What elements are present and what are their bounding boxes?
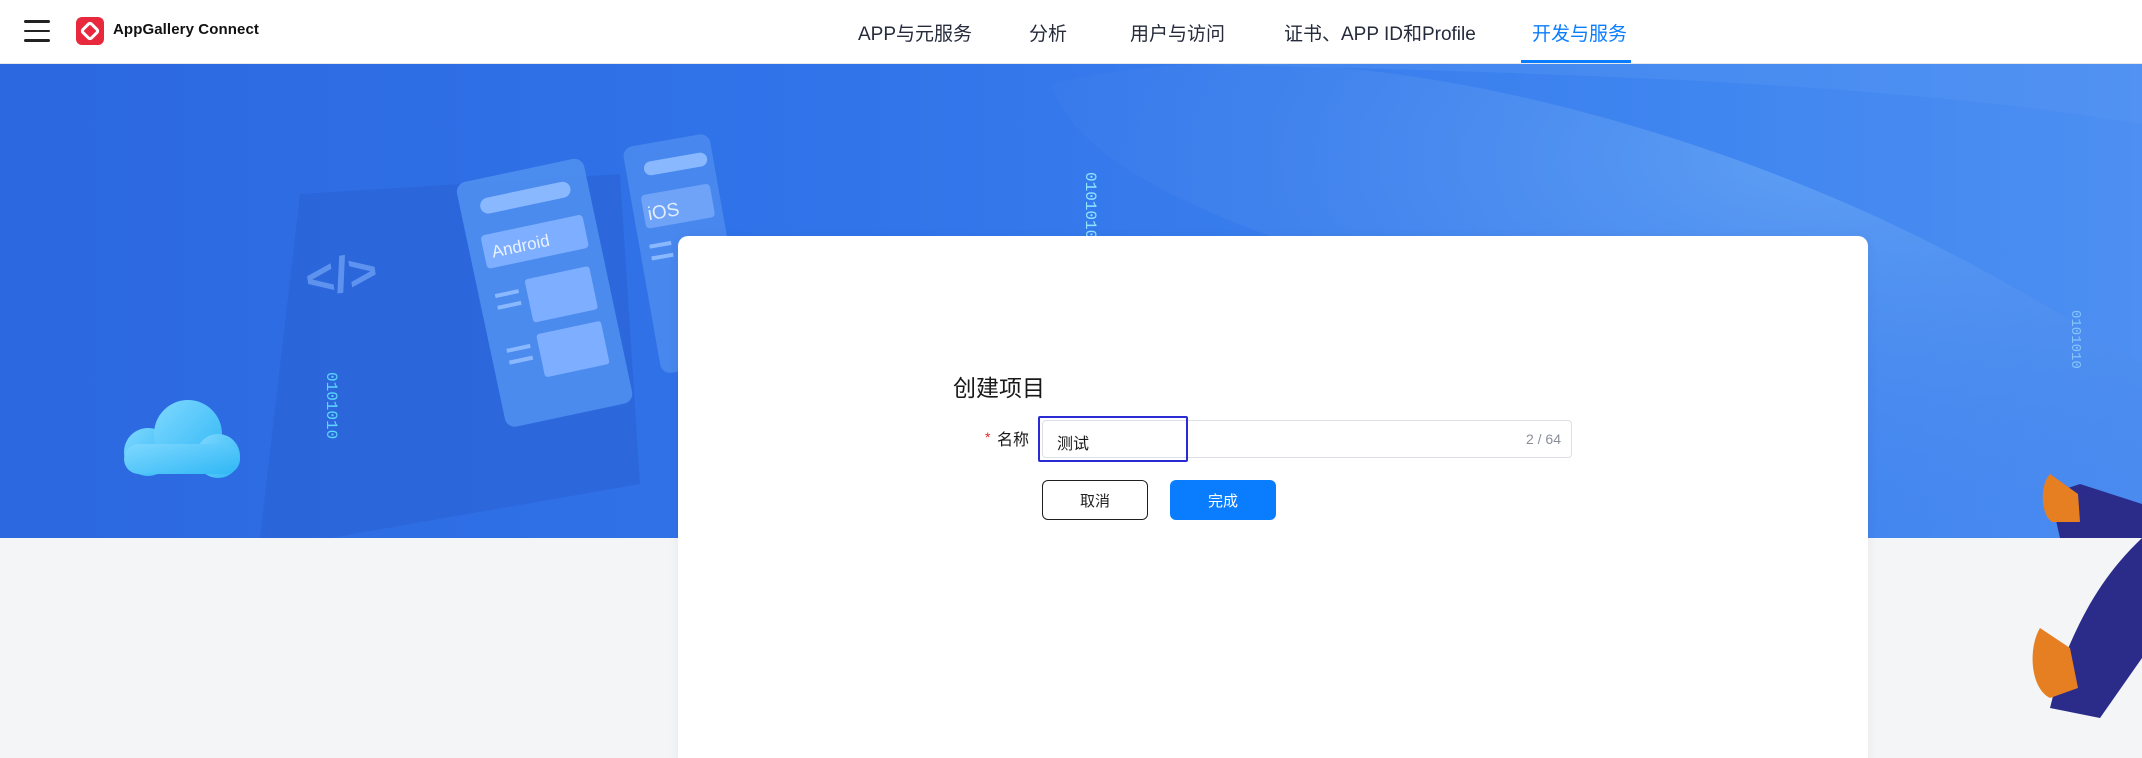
cancel-button[interactable]: 取消 (1042, 480, 1148, 520)
brand-name[interactable]: AppGallery Connect (113, 21, 259, 38)
nav-item-develop-services[interactable]: 开发与服务 (1532, 19, 1627, 46)
dialog-title: 创建项目 (953, 375, 1045, 401)
appgallery-logo-icon[interactable] (76, 17, 104, 45)
required-mark: * (985, 429, 991, 445)
cloud-icon (124, 400, 240, 478)
active-nav-indicator (1521, 60, 1631, 63)
input-focus-highlight (1038, 416, 1188, 462)
done-button[interactable]: 完成 (1170, 480, 1276, 520)
nav-item-users-access[interactable]: 用户与访问 (1130, 19, 1225, 46)
nav-item-app-services[interactable]: APP与元服务 (858, 19, 972, 46)
name-field-label: 名称 (997, 432, 1030, 449)
nav-item-analytics[interactable]: 分析 (1029, 19, 1067, 46)
create-project-dialog: 创建项目 * 名称 测试 2 / 64 取消 完成 (678, 236, 1868, 758)
binary-text-center: 0101010 (1081, 172, 1099, 239)
binary-text-right: 0101010 (2067, 310, 2083, 369)
binary-text-left: 0101010 (322, 372, 340, 439)
code-symbol-icon: </> (302, 242, 381, 308)
char-count: 2 / 64 (1525, 431, 1561, 447)
nav-item-certificates[interactable]: 证书、APP ID和Profile (1284, 19, 1476, 46)
top-navigation-bar: AppGallery Connect APP与元服务 分析 用户与访问 证书、A… (0, 0, 2142, 64)
hamburger-menu-icon[interactable] (24, 20, 50, 42)
